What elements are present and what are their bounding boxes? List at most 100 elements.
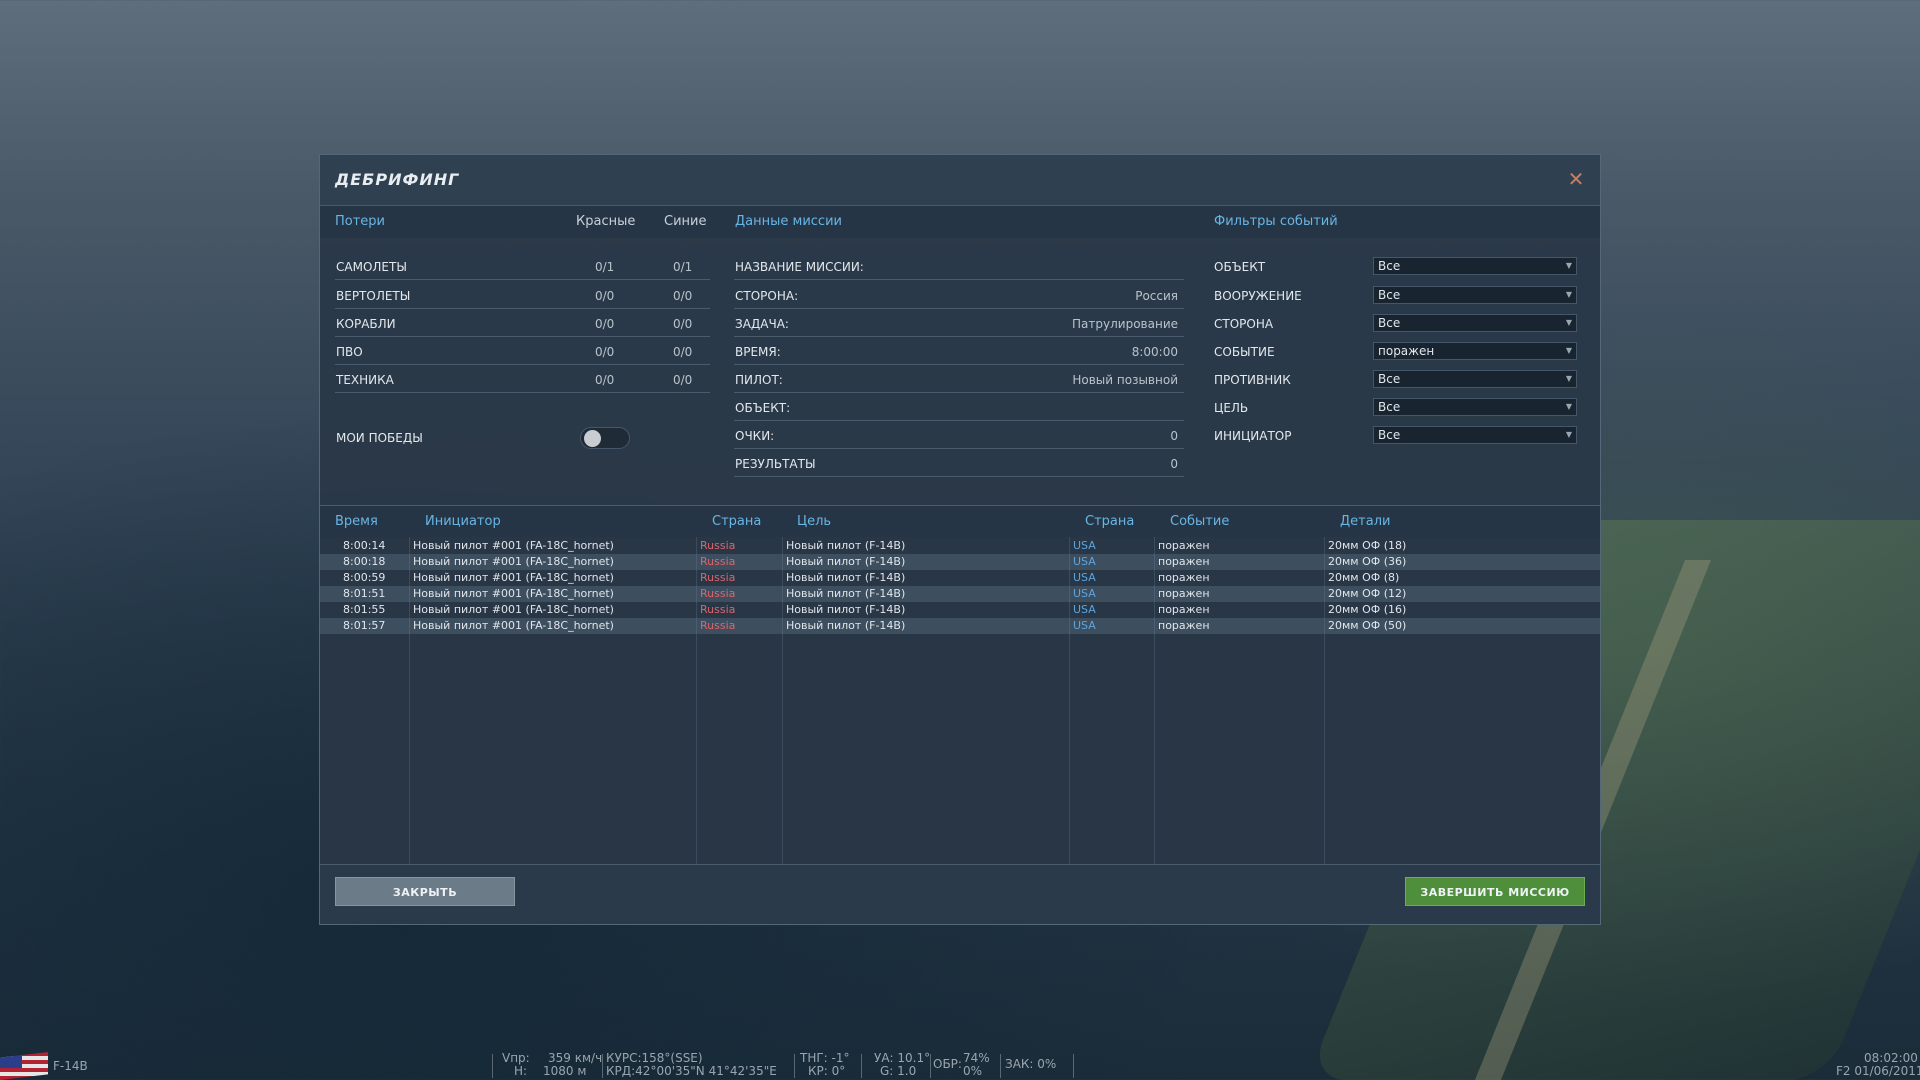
hud-divider [930,1054,931,1078]
mission-row-label: ЗАДАЧА: [735,317,789,331]
debriefing-dialog: ДЕБРИФИНГ ✕ Потери Красные Синие Данные … [319,154,1601,925]
filter-value: Все [1378,400,1401,414]
col-initiator[interactable]: Инициатор [425,506,501,538]
hud-h-value: 1080 м [543,1064,587,1078]
my-wins-toggle[interactable] [580,427,630,449]
filter-select-weapon[interactable]: Все ▼ [1373,286,1577,304]
mission-row-value: Новый позывной [1072,373,1178,387]
filter-select-target[interactable]: Все ▼ [1373,398,1577,416]
losses-header: Потери [335,214,386,229]
log-target: Новый пилот (F-14B) [786,587,906,600]
mission-row-label: ОЧКИ: [735,429,775,443]
log-row[interactable]: 8:00:59 Новый пилот #001 (FA-18C_hornet)… [320,570,1600,586]
row-separator [734,448,1184,449]
log-target: Новый пилот (F-14B) [786,539,906,552]
chevron-down-icon: ▼ [1565,261,1572,270]
row-separator [335,279,710,280]
col-time[interactable]: Время [335,506,378,538]
filter-select-enemy[interactable]: Все ▼ [1373,370,1577,388]
log-target: Новый пилот (F-14B) [786,619,906,632]
filter-value: Все [1378,316,1401,330]
aircraft-name: F-14B [53,1059,88,1073]
log-init-country: Russia [700,619,736,632]
log-row[interactable]: 8:00:14 Новый пилот #001 (FA-18C_hornet)… [320,538,1600,554]
col-details[interactable]: Детали [1340,506,1390,538]
mission-row-label: ВРЕМЯ: [735,345,781,359]
log-event: поражен [1158,587,1210,600]
finish-mission-button[interactable]: ЗАВЕРШИТЬ МИССИЮ [1405,877,1585,906]
row-separator [335,364,710,365]
filter-value: Все [1378,372,1401,386]
event-log-header: Время Инициатор Страна Цель Страна Событ… [320,505,1600,537]
losses-row-red: 0/0 [595,345,615,359]
row-separator [335,392,710,393]
log-row[interactable]: 8:01:55 Новый пилот #001 (FA-18C_hornet)… [320,602,1600,618]
close-button[interactable]: ЗАКРЫТЬ [335,877,515,906]
log-row[interactable]: 8:01:51 Новый пилот #001 (FA-18C_hornet)… [320,586,1600,602]
log-target-country: USA [1073,603,1096,616]
row-separator [734,476,1184,477]
log-target-country: USA [1073,619,1096,632]
hud-divider [861,1054,862,1078]
filter-value: поражен [1378,344,1435,358]
my-wins-label: МОИ ПОБЕДЫ [336,431,423,445]
filter-select-initiator[interactable]: Все ▼ [1373,426,1577,444]
log-target: Новый пилот (F-14B) [786,603,906,616]
log-details: 20мм ОФ (12) [1328,587,1407,600]
col-init-country[interactable]: Страна [712,506,761,538]
filter-label: ОБЪЕКТ [1214,260,1266,274]
filter-label: СТОРОНА [1214,317,1274,331]
losses-row-label: ВЕРТОЛЕТЫ [336,289,411,303]
log-time: 8:00:18 [343,555,386,568]
hud-h-label: Н: [514,1064,528,1078]
filter-select-object[interactable]: Все ▼ [1373,257,1577,275]
hud-aoa: УА: 10.1° [874,1051,931,1065]
section-header-bar [320,206,1600,238]
filter-select-event[interactable]: поражен ▼ [1373,342,1577,360]
mission-row-value: Россия [1135,289,1178,303]
losses-col-red: Красные [576,214,636,229]
losses-row-blue: 0/0 [673,345,693,359]
col-target-country[interactable]: Страна [1085,506,1134,538]
hud-date: F2 01/06/2011 [1836,1064,1920,1078]
chevron-down-icon: ▼ [1565,374,1572,383]
col-event[interactable]: Событие [1170,506,1229,538]
log-event: поражен [1158,603,1210,616]
losses-row-red: 0/0 [595,289,615,303]
hud-roll: КР: 0° [808,1064,846,1078]
hud-divider [492,1054,493,1078]
log-event: поражен [1158,571,1210,584]
log-target-country: USA [1073,571,1096,584]
log-row[interactable]: 8:01:57 Новый пилот #001 (FA-18C_hornet)… [320,618,1600,634]
mission-row-label: ПИЛОТ: [735,373,783,387]
losses-row-label: ТЕХНИКА [336,373,394,387]
log-row[interactable]: 8:00:18 Новый пилот #001 (FA-18C_hornet)… [320,554,1600,570]
losses-row-label: КОРАБЛИ [336,317,396,331]
log-target-country: USA [1073,587,1096,600]
hud-rpm-label: ОБР: [933,1057,962,1071]
mission-row-label: РЕЗУЛЬТАТЫ [735,457,816,471]
row-separator [734,392,1184,393]
filter-value: Все [1378,259,1401,273]
log-details: 20мм ОФ (36) [1328,555,1407,568]
hud-vpr-label: Vпр: [502,1051,530,1065]
log-initiator: Новый пилот #001 (FA-18C_hornet) [413,571,614,584]
chevron-down-icon: ▼ [1565,402,1572,411]
row-separator [734,364,1184,365]
losses-row-label: САМОЛЕТЫ [336,260,407,274]
close-icon[interactable]: ✕ [1566,169,1586,189]
log-time: 8:00:59 [343,571,386,584]
row-separator [335,336,710,337]
filter-select-side[interactable]: Все ▼ [1373,314,1577,332]
toggle-knob [584,430,601,447]
losses-row-blue: 0/0 [673,317,693,331]
log-init-country: Russia [700,555,736,568]
hud-vpr-value: 359 км/ч [548,1051,603,1065]
row-separator [734,308,1184,309]
row-separator [734,420,1184,421]
hud-rpm-value: 74% [963,1051,990,1065]
log-event: поражен [1158,539,1210,552]
col-target[interactable]: Цель [797,506,831,538]
losses-row-blue: 0/1 [673,260,693,274]
mission-row-value: 0 [1170,429,1178,443]
